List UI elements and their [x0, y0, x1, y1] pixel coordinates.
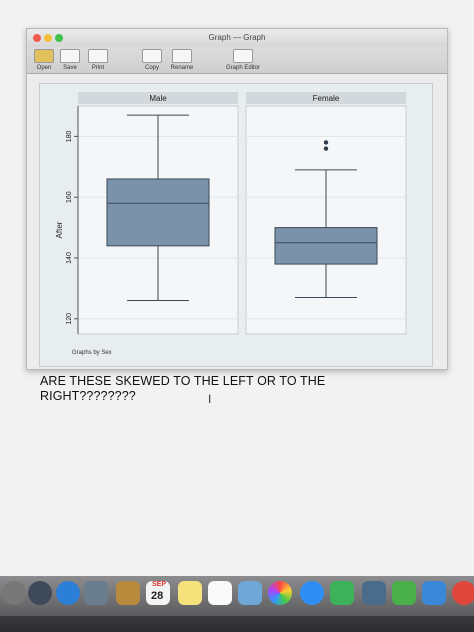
calendar-icon[interactable]: SEP 28: [146, 581, 170, 605]
floppy-disk-icon: [60, 49, 80, 63]
dock: SEP 28: [0, 576, 474, 632]
numbers-icon[interactable]: [392, 581, 416, 605]
mail-icon[interactable]: [84, 581, 108, 605]
siri-icon[interactable]: [2, 581, 26, 605]
graph-window[interactable]: Graph — Graph Open Save Print Copy Renam…: [26, 28, 448, 370]
facetime-icon[interactable]: [330, 581, 354, 605]
box: [274, 227, 378, 265]
copy-icon: [142, 49, 162, 63]
copy-label: Copy: [144, 65, 159, 71]
y-tick-label: 120: [66, 313, 73, 325]
rename-button[interactable]: Rename: [169, 49, 195, 71]
graphs-by-note: Graphs by Sex: [72, 350, 112, 356]
graph-area: After Graphs by Sex Male Female 120 140 160 1…: [39, 83, 433, 367]
graph-toolbar: Open Save Print Copy Rename Graph Editor: [27, 47, 447, 74]
graph-editor-label: Graph Editor: [225, 65, 261, 71]
title-bar[interactable]: Graph — Graph: [27, 29, 447, 47]
panel-title: Female: [313, 94, 340, 103]
save-button[interactable]: Save: [57, 49, 83, 71]
printer-icon: [88, 49, 108, 63]
outlier-point: [323, 146, 329, 151]
contacts-icon[interactable]: [116, 581, 140, 605]
folder-icon: [34, 49, 54, 63]
notes-icon[interactable]: [178, 581, 202, 605]
print-label: Print: [91, 65, 105, 71]
y-tick-label: 180: [66, 130, 73, 142]
y-tick-label: 160: [66, 191, 73, 203]
bar-chart-icon: [233, 49, 253, 63]
reminders-icon[interactable]: [208, 581, 232, 605]
save-label: Save: [63, 65, 77, 71]
outlier-point: [323, 140, 329, 145]
keynote-icon[interactable]: [422, 581, 446, 605]
question-text: ARE THESE SKEWED TO THE LEFT OR TO THE R…: [40, 374, 326, 403]
photos-icon[interactable]: [268, 581, 292, 605]
print-button[interactable]: Print: [85, 49, 111, 71]
box-plot-chart: After Graphs by Sex Male Female 120 140 160 1…: [55, 92, 407, 356]
rename-icon: [172, 49, 192, 63]
open-label: Open: [36, 65, 52, 71]
maps-icon[interactable]: [238, 581, 262, 605]
pages-icon[interactable]: [362, 581, 386, 605]
panel-title: Male: [149, 94, 167, 103]
calendar-day: 28: [151, 590, 164, 602]
text-cursor-icon: I: [208, 392, 212, 406]
window-title: Graph — Graph: [208, 33, 266, 42]
graph-editor-button[interactable]: Graph Editor: [223, 49, 263, 71]
box: [106, 178, 210, 247]
messages-icon[interactable]: [300, 581, 324, 605]
news-icon[interactable]: [452, 581, 474, 605]
rename-label: Rename: [170, 65, 194, 71]
launchpad-icon[interactable]: [28, 581, 52, 605]
y-tick-label: 140: [66, 252, 73, 264]
safari-icon[interactable]: [56, 581, 80, 605]
copy-button[interactable]: Copy: [139, 49, 165, 71]
calendar-month: SEP: [152, 581, 167, 588]
open-button[interactable]: Open: [31, 49, 57, 71]
y-axis-label: After: [55, 221, 64, 238]
